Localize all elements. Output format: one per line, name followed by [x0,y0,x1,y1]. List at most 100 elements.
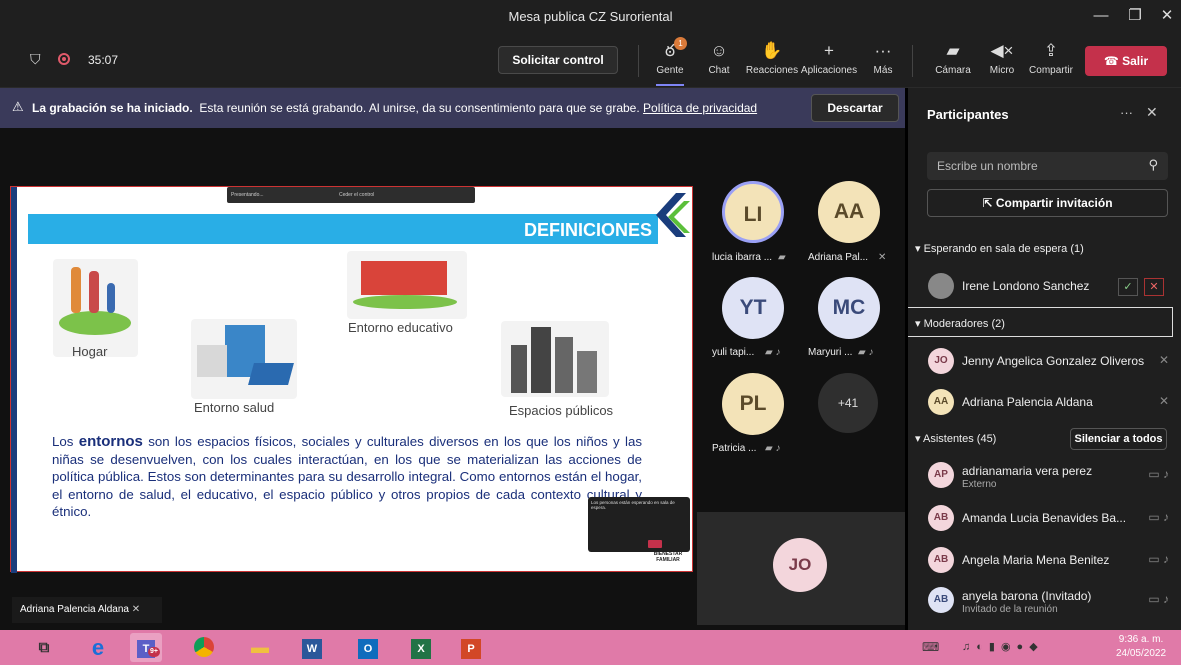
panel-title: Participantes [927,107,1009,122]
waiting-name: Irene Londono Sanchez [962,279,1090,293]
hangup-icon[interactable] [648,540,662,548]
participant-search-input[interactable]: Escribe un nombre ⚲ [927,152,1168,180]
avatar-pl[interactable]: PL [722,373,784,435]
avatar-li[interactable]: LI [722,181,784,243]
taskbar: ⧉ e T 9+ ▬ W O X P ⌨ ♫◐▮◉●◆ 9:36 a. m. 2… [0,630,1181,665]
chrome-icon[interactable] [188,633,220,662]
avatar: AP [928,462,954,488]
share-label: Compartir [1029,65,1073,76]
people-badge: 1 [674,37,687,50]
caption-educativo: Entorno educativo [348,320,453,335]
reactions-button[interactable]: ✋ Reacciones [744,40,800,76]
add-icon: + [824,41,834,60]
request-control-button[interactable]: Solicitar control [498,46,618,74]
search-icon: ⚲ [1148,157,1158,172]
close-window-button[interactable]: ✕ [1156,6,1178,26]
people-button[interactable]: ఠ Gente 1 [644,37,696,86]
more-label: Más [873,65,893,76]
powerpoint-icon[interactable]: P [455,633,487,662]
attendee-row[interactable]: AB Amanda Lucia Benavides Ba... ▭ ♪ [908,501,1181,535]
search-placeholder: Escribe un nombre [937,159,1038,173]
outlook-icon[interactable]: O [352,633,384,662]
leave-label: Salir [1122,54,1149,68]
waiting-section-header[interactable]: ▾ Esperando en sala de espera (1) [915,242,1084,255]
caption-espacios: Espacios públicos [509,403,614,418]
dismiss-button[interactable]: Descartar [811,94,899,122]
mic-off-icon: ✕ [878,252,887,263]
attendee-row[interactable]: AB anyela barona (Invitado) Invitado de … [908,583,1181,617]
task-view-icon[interactable]: ⧉ [28,633,60,662]
leave-button[interactable]: ☎ Salir [1085,46,1167,76]
share-icon: ⇱ [982,196,996,210]
camera-off-icon: ▭ ♪ [1148,552,1169,566]
clock[interactable]: 9:36 a. m. 24/05/2022 [1110,633,1172,661]
mute-all-button[interactable]: Silenciar a todos [1070,428,1167,450]
participant-name: Angela Maria Mena Benitez [962,553,1110,567]
participant-name: anyela barona (Invitado) [962,589,1092,603]
mic-button[interactable]: ◀× Micro [976,40,1028,76]
slide-left-bar [11,187,17,573]
avatar-mc[interactable]: MC [818,277,880,339]
more-options-icon[interactable]: ··· [1120,105,1133,120]
participants-panel: Participantes ··· ✕ Escribe un nombre ⚲ … [908,88,1181,630]
slide-title-bar: DEFINICIONES [28,214,658,244]
waiting-row[interactable]: Irene Londono Sanchez ✓ ✕ [908,269,1181,303]
share-button[interactable]: ⇪ Compartir [1025,40,1077,76]
avatar-yt[interactable]: YT [722,277,784,339]
caption-hogar: Hogar [72,344,108,359]
participant-name: Adriana Palencia Aldana [962,395,1093,409]
attendee-row[interactable]: AP adrianamaria vera perez Externo ▭ ♪ [908,458,1181,492]
edge-icon[interactable]: e [82,633,114,662]
camera-off-icon: ▰ ♪ [765,347,781,358]
people-icon: ఠ [664,41,676,60]
avatar: AB [928,505,954,531]
chat-button[interactable]: ☺ Chat [693,40,745,76]
maximize-button[interactable]: ❐ [1124,6,1146,26]
mic-label: Micro [989,65,1015,76]
avatar-aa[interactable]: AA [818,181,880,243]
minimize-button[interactable]: — [1090,6,1112,26]
recording-banner: ⚠ La grabación se ha iniciado. Esta reun… [0,88,905,128]
moderator-row[interactable]: AA Adriana Palencia Aldana ✕ [908,385,1181,419]
teams-icon[interactable]: T 9+ [130,633,162,662]
divider [912,45,913,77]
admit-button[interactable]: ✓ [1118,278,1138,296]
more-participants-button[interactable]: +41 [818,373,878,433]
privacy-policy-link[interactable]: Política de privacidad [643,101,757,115]
invite-label: Compartir invitación [995,196,1113,210]
camera-off-icon: ▭ ♪ [1148,467,1169,481]
shield-icon: ⛉ [30,51,41,67]
camera-off-icon: ▭ ♪ [1148,592,1169,606]
attendee-row[interactable]: AB Angela Maria Mena Benitez ▭ ♪ [908,543,1181,577]
slide-body-text: Los entornos son los espacios físicos, s… [52,433,642,521]
camera-off-icon: ▰ ♪ [858,347,874,358]
system-tray-icons[interactable]: ♫◐▮◉●◆ [962,640,1044,653]
moderators-section-header[interactable]: ▾ Moderadores (2) [915,317,1005,330]
camera-off-icon: ▰ ♪ [765,443,781,454]
camera-button[interactable]: ▰ Cámara [927,40,979,76]
tile-label-li: lucia ibarra ... [712,252,773,263]
file-explorer-icon[interactable]: ▬ [244,633,276,662]
apps-label: Aplicaciones [800,65,858,76]
attendees-section-header[interactable]: ▾ Asistentes (45) [915,432,996,445]
word-icon[interactable]: W [296,633,328,662]
mic-off-icon: ✕ [131,604,141,615]
moderators-header-text: Moderadores (2) [923,318,1005,330]
slide-brand: BIENESTAR FAMILIAR [653,551,683,563]
more-button[interactable]: ··· Más [857,40,909,76]
share-invite-button[interactable]: ⇱ Compartir invitación [927,189,1168,217]
avatar-jo: JO [773,538,827,592]
recording-icon [58,53,70,65]
presenter-toolbar[interactable]: Presentando... Ceder el control [227,187,475,203]
excel-icon[interactable]: X [405,633,437,662]
divider [638,45,639,77]
deny-button[interactable]: ✕ [1144,278,1164,296]
moderator-row[interactable]: JO Jenny Angelica Gonzalez Oliveros ✕ [908,344,1181,378]
give-control-button[interactable]: Ceder el control [339,192,374,198]
apps-button[interactable]: + Aplicaciones [800,40,858,76]
espacios-illustration [501,321,609,397]
keyboard-icon[interactable]: ⌨ [922,640,939,654]
close-panel-icon[interactable]: ✕ [1146,104,1158,121]
waiting-notice-popup[interactable]: Los personas están esperando en sala de … [588,497,690,552]
caption-salud: Entorno salud [194,400,275,415]
